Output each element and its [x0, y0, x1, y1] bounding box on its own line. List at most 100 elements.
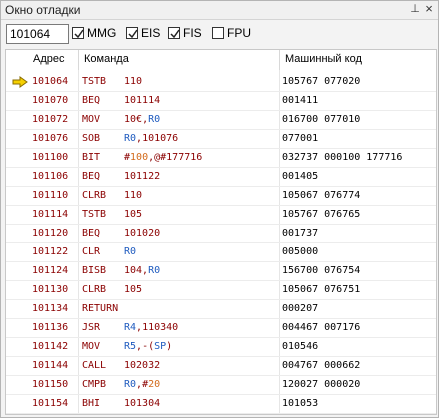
row-mnemonic: JSR: [82, 322, 101, 334]
row-address: 101122: [32, 246, 69, 258]
row-machine-code: 005000: [282, 246, 319, 258]
checkmark-icon[interactable]: [72, 27, 84, 39]
row-address: 101076: [32, 132, 69, 144]
disassembly-listing[interactable]: Адрес Команда Машинный код 101064 TSTB 110…: [5, 49, 437, 415]
row-machine-code: 105067 076774: [282, 189, 361, 201]
row-address: 101070: [32, 94, 69, 106]
listing-row[interactable]: 101110 CLRB 110 105067 076774: [6, 187, 436, 206]
row-operands: R0: [124, 246, 137, 258]
row-machine-code: 004767 000662: [282, 360, 361, 372]
row-operands: 101020: [124, 227, 161, 239]
title-bar: Окно отладки ⊥ ×: [1, 1, 438, 20]
row-machine-code: 016700 077010: [282, 113, 361, 125]
row-machine-code: 105067 076751: [282, 284, 361, 296]
row-mnemonic: BIT: [82, 151, 101, 163]
listing-rows: 101064 TSTB 110 105767 077020 101070 BEQ 10111…: [6, 73, 436, 414]
row-mnemonic: CLRB: [82, 284, 107, 296]
window-title: Окно отладки: [5, 3, 81, 17]
listing-row[interactable]: 101134 RETURN 000207: [6, 300, 436, 320]
row-operands: R4,110340: [124, 322, 179, 334]
row-mnemonic: CALL: [82, 360, 107, 372]
row-mnemonic: BEQ: [82, 170, 101, 182]
row-address: 101150: [32, 379, 69, 390]
row-mnemonic: MOV: [82, 341, 101, 353]
row-operands: 101122: [124, 170, 161, 182]
listing-row[interactable]: 101076 SOB R0,101076 077001: [6, 130, 436, 149]
listing-row[interactable]: 101106 BEQ 101122 001405: [6, 168, 436, 187]
row-address: 101144: [32, 360, 69, 372]
listing-row[interactable]: 101124 BISB 104,R0 156700 076754: [6, 262, 436, 282]
row-mnemonic: BISB: [82, 265, 107, 277]
listing-row[interactable]: 101070 BEQ 101114 001411: [6, 92, 436, 111]
row-operands: 110: [124, 189, 143, 201]
row-mnemonic: SOB: [82, 132, 101, 144]
row-machine-code: 032737 000100 177716: [282, 151, 403, 163]
row-mnemonic: BHI: [82, 397, 101, 409]
row-mnemonic: CLR: [82, 246, 101, 258]
checkmark-icon[interactable]: [126, 27, 138, 39]
row-mnemonic: BEQ: [82, 227, 101, 239]
row-operands: R5,-(SP): [124, 341, 173, 353]
row-machine-code: 001405: [282, 170, 319, 182]
row-operands: 102032: [124, 360, 161, 372]
row-address: 101124: [32, 265, 69, 277]
row-machine-code: 101053: [282, 397, 319, 409]
address-input[interactable]: [6, 24, 69, 44]
checkmark-icon[interactable]: [168, 27, 180, 39]
row-machine-code: 001411: [282, 94, 319, 106]
row-mnemonic: MOV: [82, 113, 101, 125]
listing-row[interactable]: 101142 MOV R5,-(SP) 010546: [6, 338, 436, 358]
column-header-machine-code[interactable]: Машинный код: [285, 53, 362, 65]
row-machine-code: 105767 076765: [282, 208, 361, 220]
debug-window: Окно отладки ⊥ × MMG EIS FIS FPU Адрес Кома…: [0, 0, 439, 418]
row-machine-code: 120027 000020: [282, 379, 361, 390]
row-operands: 101114: [124, 94, 161, 106]
listing-row[interactable]: 101114 TSTB 105 105767 076765: [6, 206, 436, 225]
listing-header: Адрес Команда Машинный код: [6, 50, 436, 70]
checkbox-eis[interactable]: EIS: [126, 26, 160, 40]
checkbox-mmg[interactable]: MMG: [72, 26, 116, 40]
row-address: 101114: [32, 208, 69, 220]
checkbox-fis[interactable]: FIS: [168, 26, 202, 40]
listing-row[interactable]: 101120 BEQ 101020 001737: [6, 225, 436, 244]
checkbox-label: MMG: [87, 26, 117, 40]
column-header-command[interactable]: Команда: [84, 53, 129, 65]
checkbox-label: EIS: [141, 26, 161, 40]
row-machine-code: 156700 076754: [282, 265, 361, 277]
checkbox-fpu[interactable]: FPU: [212, 26, 251, 40]
row-operands: 105: [124, 208, 143, 220]
row-mnemonic: TSTB: [82, 208, 107, 220]
listing-row[interactable]: 101064 TSTB 110 105767 077020: [6, 73, 436, 92]
listing-row[interactable]: 101100 BIT #100,@#177716 032737 000100 1777…: [6, 149, 436, 168]
close-icon[interactable]: ×: [422, 2, 436, 16]
row-machine-code: 004467 007176: [282, 322, 361, 334]
row-mnemonic: CLRB: [82, 189, 107, 201]
column-header-address[interactable]: Адрес: [33, 53, 65, 65]
row-address: 101130: [32, 284, 69, 296]
row-operands: 110: [124, 76, 143, 87]
listing-row[interactable]: 101144 CALL 102032 004767 000662: [6, 357, 436, 376]
checkbox-label: FPU: [227, 26, 251, 40]
row-operands: R0,#20: [124, 379, 161, 390]
row-address: 101100: [32, 151, 69, 163]
row-mnemonic: TSTB: [82, 76, 107, 87]
checkbox-label: FIS: [183, 26, 202, 40]
pin-icon[interactable]: ⊥: [408, 2, 422, 16]
listing-row[interactable]: 101072 MOV 10€,R0 016700 077010: [6, 111, 436, 130]
listing-row[interactable]: 101122 CLR R0 005000: [6, 243, 436, 263]
row-mnemonic: RETURN: [82, 303, 119, 315]
toolbar: MMG EIS FIS FPU: [1, 20, 438, 48]
checkbox-empty-icon[interactable]: [212, 27, 224, 39]
row-machine-code: 001737: [282, 227, 319, 239]
yellow-arrow-icon: [12, 76, 28, 91]
row-address: 101120: [32, 227, 69, 239]
row-operands: 104,R0: [124, 265, 161, 277]
listing-row[interactable]: 101130 CLRB 105 105067 076751: [6, 281, 436, 301]
row-machine-code: 010546: [282, 341, 319, 353]
row-address: 101110: [32, 189, 69, 201]
listing-row[interactable]: 101136 JSR R4,110340 004467 007176: [6, 319, 436, 339]
row-machine-code: 000207: [282, 303, 319, 315]
listing-row[interactable]: 101150 CMPB R0,#20 120027 000020: [6, 376, 436, 395]
row-address: 101136: [32, 322, 69, 334]
listing-row[interactable]: 101154 BHI 101304 101053: [6, 395, 436, 414]
